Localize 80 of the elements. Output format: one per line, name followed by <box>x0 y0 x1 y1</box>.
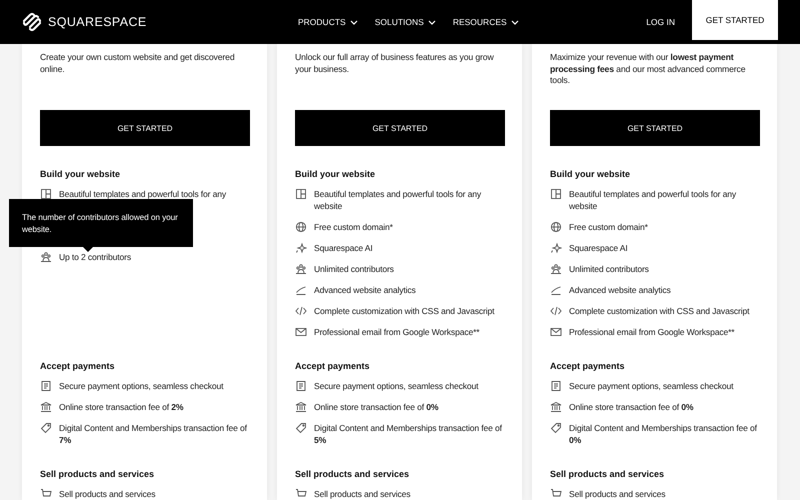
section-heading: Accept payments <box>550 360 626 372</box>
feature-text: Secure payment options, seamless checkout <box>314 380 478 392</box>
feature-text: Free custom domain* <box>569 221 648 233</box>
feature-text: Sell products and services <box>59 488 156 500</box>
feature-text: Complete customization with CSS and Javascript <box>314 305 494 317</box>
section-heading: Build your website <box>40 168 122 180</box>
section-heading: Build your website <box>550 168 632 180</box>
chevron-down-icon <box>510 20 519 24</box>
mail-icon <box>550 326 562 338</box>
chevron-down-icon <box>350 20 358 24</box>
receipt-icon <box>40 380 52 392</box>
feature-text: Secure payment options, seamless checkout <box>569 380 734 392</box>
tooltip-arrow-icon <box>83 247 93 252</box>
feature-text: Beautiful templates and powerful tools for any website <box>314 188 482 212</box>
feature-text: Digital Content and Memberships transaction fee of 7% <box>59 422 248 446</box>
feature-text: Sell products and services <box>314 488 410 500</box>
chart-icon <box>295 284 307 296</box>
mail-icon <box>295 326 307 338</box>
people-icon <box>295 263 307 275</box>
receipt-icon <box>295 380 307 392</box>
feature-text: Advanced website analytics <box>569 284 671 296</box>
section-heading: Sell products and services <box>550 468 666 480</box>
feature-text: Online store transaction fee of 2% <box>59 401 184 413</box>
get-started-button[interactable]: GET STARTED <box>692 0 778 40</box>
section-heading: Accept payments <box>40 360 116 372</box>
feature-text: Unlimited contributors <box>569 263 649 275</box>
feature-text: Professional email from Google Workspace** <box>314 326 480 338</box>
tag-icon <box>295 422 307 434</box>
nav-menu[interactable]: RESOURCES <box>452 17 519 27</box>
chevron-down-icon <box>428 20 436 24</box>
plan-description: Maximize your revenue with our lowest payment processing fees and our most advanced commerce tools. <box>550 52 746 88</box>
feature-text: Squarespace AI <box>314 242 373 254</box>
get-started-button[interactable]: GET STARTED <box>40 110 250 146</box>
bank-icon <box>550 401 562 413</box>
plan-description: Unlock our full array of business features as you grow your business. <box>295 52 495 76</box>
sparkle-icon <box>550 242 562 254</box>
section-heading: Build your website <box>295 168 376 180</box>
bank-icon <box>295 401 307 413</box>
layout-icon <box>40 188 52 200</box>
bank-icon <box>40 401 52 413</box>
logo-icon[interactable] <box>22 12 42 32</box>
section-heading: Accept payments <box>295 360 371 372</box>
feature-text: Online store transaction fee of 0% <box>569 401 694 413</box>
feature-text: Digital Content and Memberships transaction fee of 0% <box>569 422 758 446</box>
tooltip: The number of contributors allowed on your website. <box>9 199 193 247</box>
feature-text: Professional email from Google Workspace** <box>569 326 734 338</box>
logo-text[interactable]: SQUARESPACE <box>48 15 147 29</box>
feature-text: Sell products and services <box>569 488 666 500</box>
feature-text: Unlimited contributors <box>314 263 394 275</box>
feature-text: Secure payment options, seamless checkout <box>59 380 224 392</box>
feature-text: Free custom domain* <box>314 221 393 233</box>
plan-description: Create your own custom website and get discovered online. <box>40 52 236 76</box>
section-heading: Sell products and services <box>40 468 156 480</box>
layout-icon <box>550 188 562 200</box>
section-heading: Sell products and services <box>295 468 410 480</box>
code-icon <box>550 305 562 317</box>
get-started-button[interactable]: GET STARTED <box>550 110 760 146</box>
tag-icon <box>40 422 52 434</box>
login-link[interactable]: LOG IN <box>646 17 675 27</box>
feature-text: Online store transaction fee of 0% <box>314 401 438 413</box>
receipt-icon <box>550 380 562 392</box>
nav-menu[interactable]: PRODUCTS <box>298 17 358 27</box>
feature-text: Beautiful templates and powerful tools for any website <box>569 188 737 212</box>
code-icon <box>295 305 307 317</box>
feature-text: Squarespace AI <box>569 242 628 254</box>
people-icon <box>550 263 562 275</box>
feature-text: Up to 2 contributors <box>59 251 131 263</box>
feature-text: Digital Content and Memberships transaction fee of 5% <box>314 422 503 446</box>
nav-menu[interactable]: SOLUTIONS <box>374 17 436 27</box>
feature-text: Beautiful templates and powerful tools for any <box>59 188 226 200</box>
globe-icon <box>550 221 562 233</box>
sparkle-icon <box>295 242 307 254</box>
feature-text: Complete customization with CSS and Javascript <box>569 305 750 317</box>
get-started-button[interactable]: GET STARTED <box>295 110 505 146</box>
chart-icon <box>550 284 562 296</box>
feature-text: Advanced website analytics <box>314 284 416 296</box>
globe-icon <box>295 221 307 233</box>
tag-icon <box>550 422 562 434</box>
people-icon <box>40 251 52 263</box>
layout-icon <box>295 188 307 200</box>
